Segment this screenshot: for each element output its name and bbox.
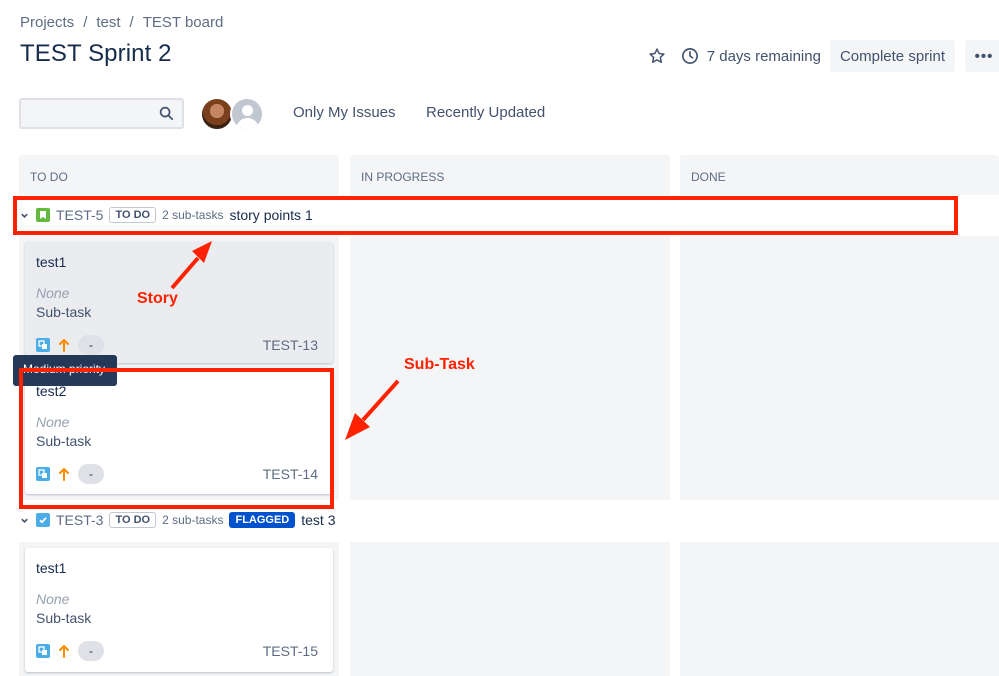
annotation-arrows <box>170 241 400 440</box>
